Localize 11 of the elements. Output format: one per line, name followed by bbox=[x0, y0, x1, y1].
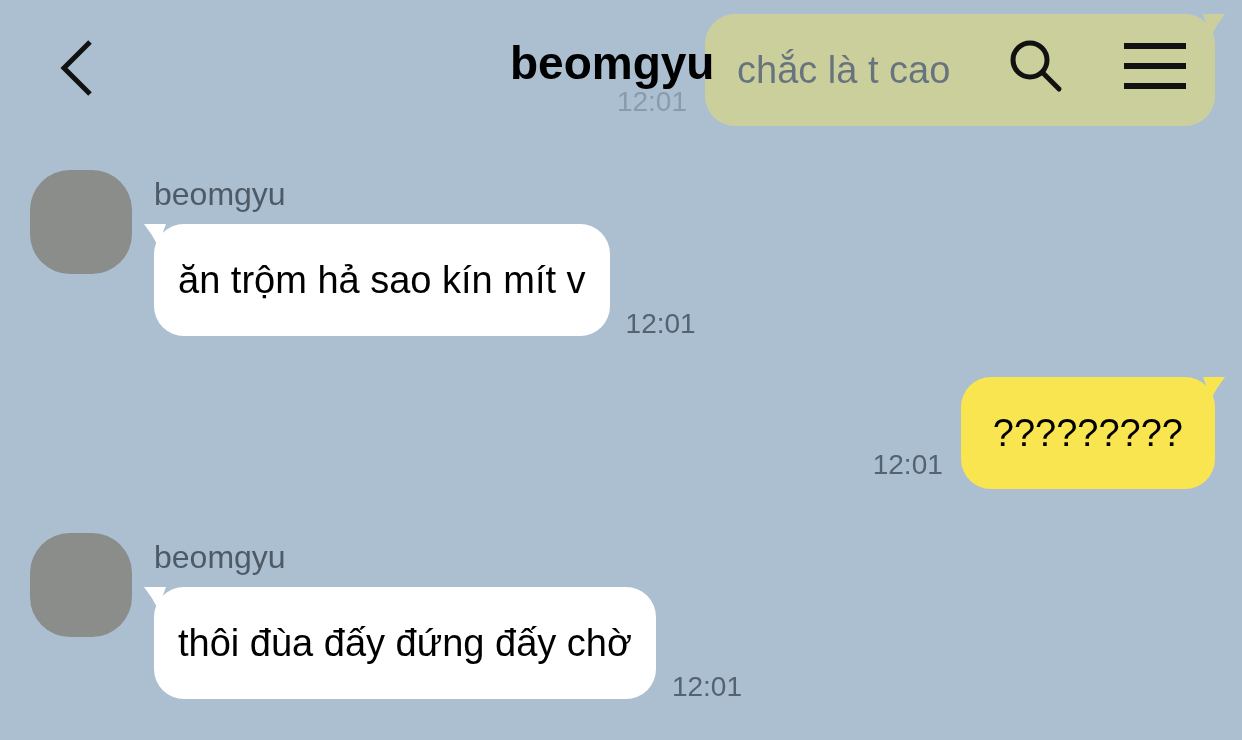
message-time: 12:01 bbox=[872, 451, 943, 479]
sender-name: beomgyu bbox=[154, 178, 287, 210]
sender-name: beomgyu bbox=[154, 541, 287, 573]
bubble-tail-icon bbox=[144, 224, 166, 246]
search-icon[interactable] bbox=[1008, 38, 1064, 94]
bubble-tail-icon bbox=[1203, 377, 1225, 399]
bubble-tail-icon bbox=[144, 587, 166, 609]
message-time: 12:01 bbox=[671, 673, 742, 701]
menu-icon[interactable] bbox=[1124, 42, 1186, 90]
bubble-tail-icon bbox=[1203, 14, 1225, 36]
message-time: 12:01 bbox=[625, 310, 696, 338]
